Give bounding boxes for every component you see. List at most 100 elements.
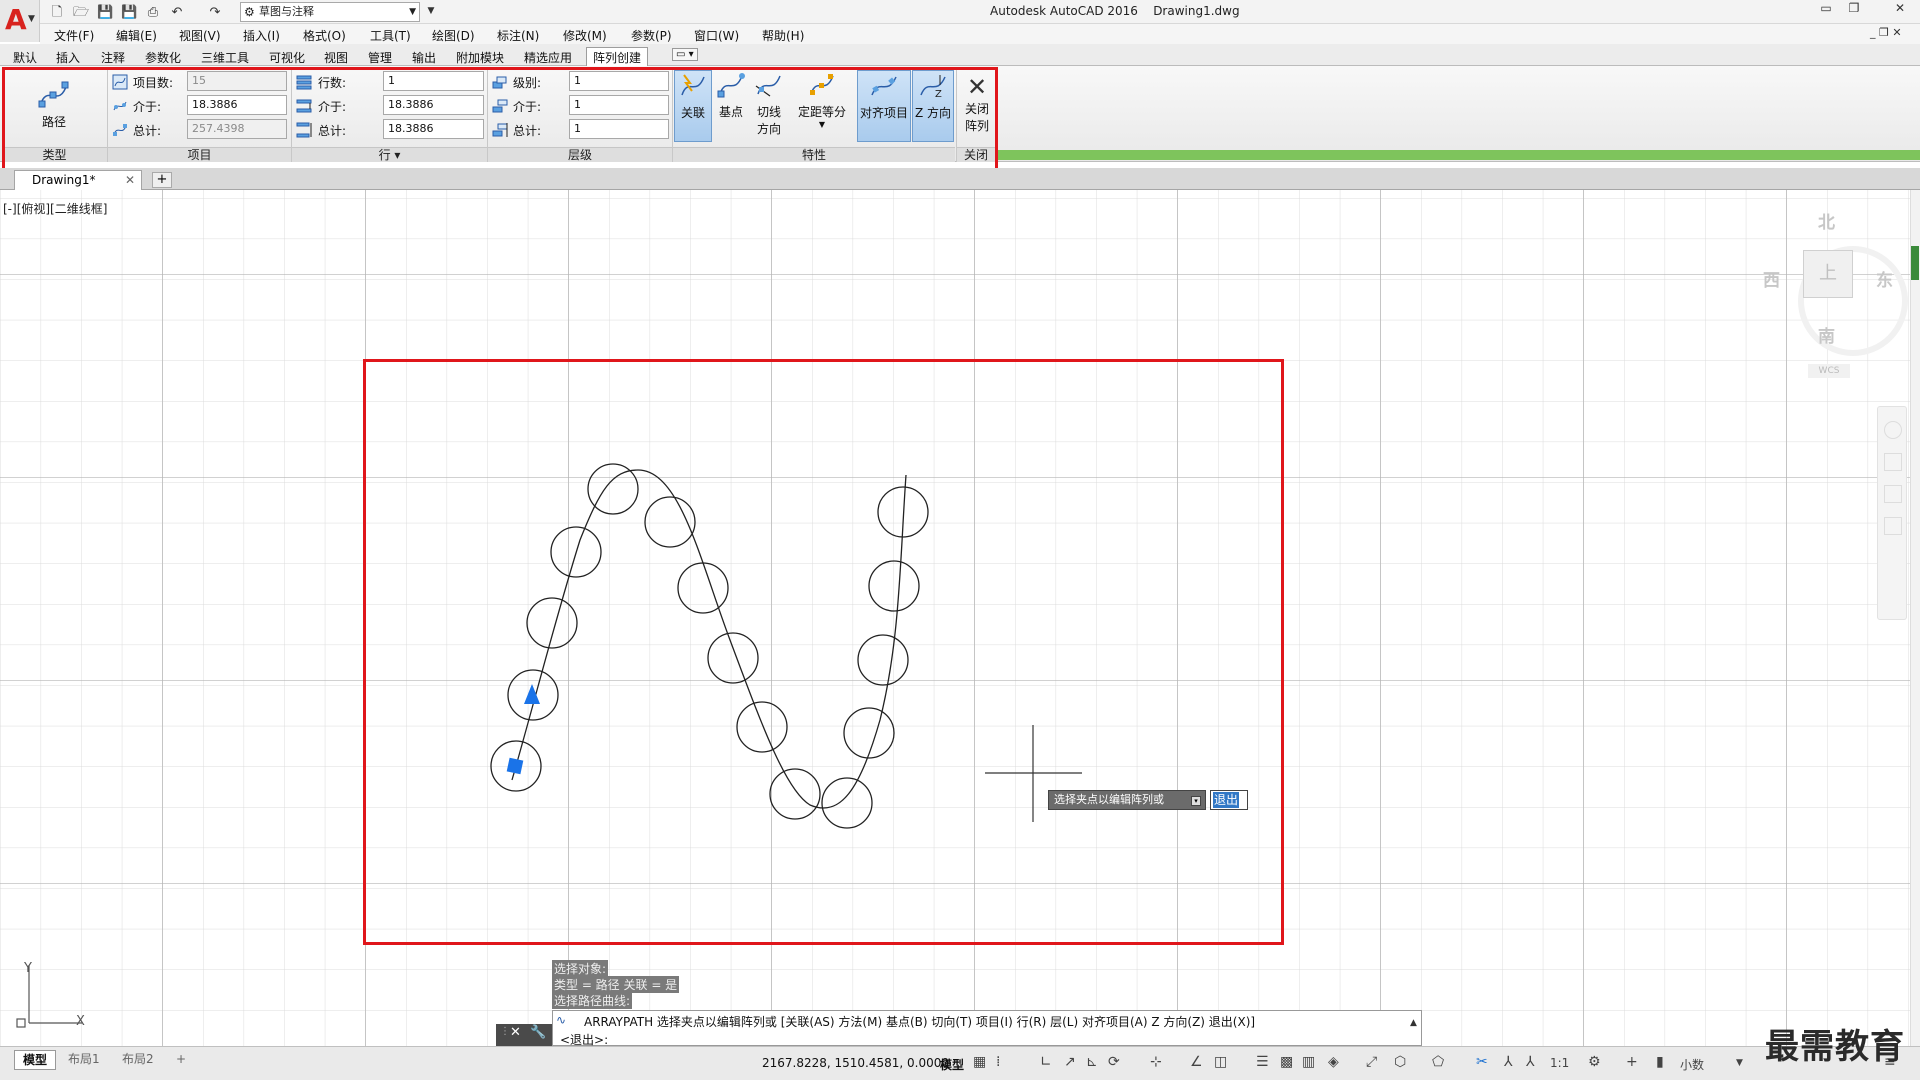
model-space-button[interactable]: 模型 [940,1056,964,1073]
application-menu-button[interactable]: A ▼ [0,0,40,42]
tab-default[interactable]: 默认 [13,49,37,66]
polar-icon[interactable]: ↗ [1064,1054,1076,1070]
redo-icon[interactable]: ↷ [206,3,224,21]
units-value[interactable]: 小数 [1680,1056,1704,1073]
workspace-select[interactable]: ⚙ 草图与注释 ▼ [240,2,420,22]
menu-view[interactable]: 视图(V) [179,27,221,44]
workspace-value: 草图与注释 [259,5,314,18]
layout-tab-2[interactable]: 布局2 [114,1050,162,1070]
menu-edit[interactable]: 编辑(E) [116,27,157,44]
dynamic-input-field[interactable]: 退出 [1210,790,1248,810]
gizmo-icon[interactable]: ⤢ [1366,1054,1377,1070]
pan-icon[interactable] [1884,453,1902,471]
navigation-bar [1877,406,1907,620]
dynamic-ucs-icon[interactable]: ▥ [1302,1054,1315,1070]
menu-tools[interactable]: 工具(T) [370,27,411,44]
close-icon[interactable]: ✕ [125,171,135,189]
minimize-button[interactable]: ▭ [1812,0,1840,18]
save-icon[interactable]: 💾 [96,3,114,21]
gear-icon[interactable]: ⚙ [1588,1054,1601,1070]
snap-icon[interactable]: ⁞ [996,1054,1000,1070]
tab-addins[interactable]: 附加模块 [456,49,504,66]
tab-visualize[interactable]: 可视化 [269,49,305,66]
gear-icon: ⚙ [244,5,255,19]
menu-help[interactable]: 帮助(H) [762,27,804,44]
tab-output[interactable]: 输出 [412,49,436,66]
chevron-down-icon[interactable]: ▼ [1736,1058,1743,1068]
new-file-icon[interactable]: 🗋 [48,3,66,21]
new-tab-button[interactable]: + [152,172,172,188]
selection-cycling-icon[interactable]: ☰ [1256,1054,1269,1070]
tab-view[interactable]: 视图 [324,49,348,66]
customize-quick-access-icon[interactable]: ▼ [422,2,440,20]
tab-insert[interactable]: 插入 [56,49,80,66]
annotation-scale-value[interactable]: 1:1 [1550,1056,1569,1070]
vertical-scrollbar[interactable] [1910,190,1920,1046]
annotation-autoscale-icon[interactable]: ⅄ [1526,1054,1535,1070]
selection-filter-icon[interactable]: ◈ [1328,1054,1339,1070]
tab-3d-tools[interactable]: 三维工具 [201,49,249,66]
close-icon[interactable]: ✕ [510,1025,521,1040]
steering-wheel-icon[interactable] [1884,421,1902,439]
ortho-icon[interactable]: ∟ [1040,1054,1052,1070]
annotation-visibility-icon[interactable]: ⬡ [1394,1054,1406,1070]
command-prompt: ARRAYPATH 选择夹点以编辑阵列或 [关联(AS) 方法(M) 基点(B)… [584,1015,1256,1029]
layout-tab-model[interactable]: 模型 [14,1050,57,1070]
tab-array-creation[interactable]: 阵列创建 [586,47,649,67]
tab-manage[interactable]: 管理 [368,49,392,66]
doc-window-controls[interactable]: _ ❐ ✕ [1870,26,1902,39]
orbit-icon[interactable] [1884,517,1902,535]
arraypath-icon: ∿ [556,1013,567,1027]
tab-parametric[interactable]: 参数化 [145,49,181,66]
window-title: Autodesk AutoCAD 2016 Drawing1.dwg [990,4,1240,18]
tab-annotate[interactable]: 注释 [101,49,125,66]
open-file-icon[interactable]: 🗁 [72,3,90,21]
menu-window[interactable]: 窗口(W) [694,27,739,44]
isodraft-icon[interactable]: ⊾ [1086,1054,1098,1070]
viewcube-top-face[interactable]: 上 [1803,250,1853,298]
cursor-coordinates: 2167.8228, 1510.4581, 0.0000 [762,1056,950,1070]
menu-insert[interactable]: 插入(I) [243,27,280,44]
new-layout-button[interactable]: + [172,1050,190,1070]
close-window-button[interactable]: ✕ [1880,0,1920,18]
scrollbar-thumb[interactable] [1911,246,1919,280]
lineweight-icon[interactable]: ∠ [1190,1054,1203,1070]
transparency-icon[interactable]: ◫ [1214,1054,1227,1070]
workspace-switch-icon[interactable]: ⬠ [1432,1054,1444,1070]
zoom-icon[interactable] [1884,485,1902,503]
minimize-ribbon-icon[interactable]: ▭ ▾ [672,48,698,61]
restore-button[interactable]: ❐ [1840,0,1868,18]
grid-icon[interactable]: ▦ [973,1054,986,1070]
save-as-icon[interactable]: 💾 [120,3,138,21]
3d-osnap-icon[interactable]: ▩ [1280,1054,1293,1070]
menu-parametric[interactable]: 参数(P) [631,27,672,44]
menu-dimension[interactable]: 标注(N) [497,27,539,44]
wrench-icon[interactable]: 🔧 [530,1025,546,1040]
wcs-menu[interactable]: WCS [1808,364,1850,378]
menu-draw[interactable]: 绘图(D) [432,27,475,44]
print-icon[interactable]: ⎙ [144,3,162,21]
command-history-toggle-icon[interactable]: ▲ [1410,1018,1417,1028]
annotation-scale-icon[interactable]: ⅄ [1504,1054,1513,1070]
history-line: 选择路径曲线: [552,992,633,1009]
document-tab-drawing1[interactable]: Drawing1* ✕ [14,170,142,190]
undo-icon[interactable]: ↶ [168,3,186,21]
menu-file[interactable]: 文件(F) [54,27,94,44]
tab-featured-apps[interactable]: 精选应用 [524,49,572,66]
menu-modify[interactable]: 修改(M) [563,27,607,44]
document-tab-bar [0,168,1920,190]
object-snap-tracking-icon[interactable]: ⟳ [1108,1054,1120,1070]
osnap-icon[interactable]: ⊹ [1150,1054,1162,1070]
app-title: Autodesk AutoCAD 2016 [990,4,1138,18]
layout-tab-1[interactable]: 布局1 [60,1050,108,1070]
plus-icon[interactable]: + [1626,1054,1638,1070]
dynamic-input-dropdown-icon[interactable]: ▾ [1191,796,1201,806]
viewcube-north[interactable]: 北 [1818,208,1835,233]
viewcube-west[interactable]: 西 [1763,266,1780,291]
document-tab-label: Drawing1* [32,173,96,187]
viewport-controls-label[interactable]: [-][俯视][二维线框] [3,200,107,217]
annotation-monitor-icon[interactable]: ✂ [1476,1054,1488,1070]
menu-format[interactable]: 格式(O) [303,27,346,44]
viewcube-south[interactable]: 南 [1818,322,1835,347]
viewcube-east[interactable]: 东 [1876,266,1893,291]
